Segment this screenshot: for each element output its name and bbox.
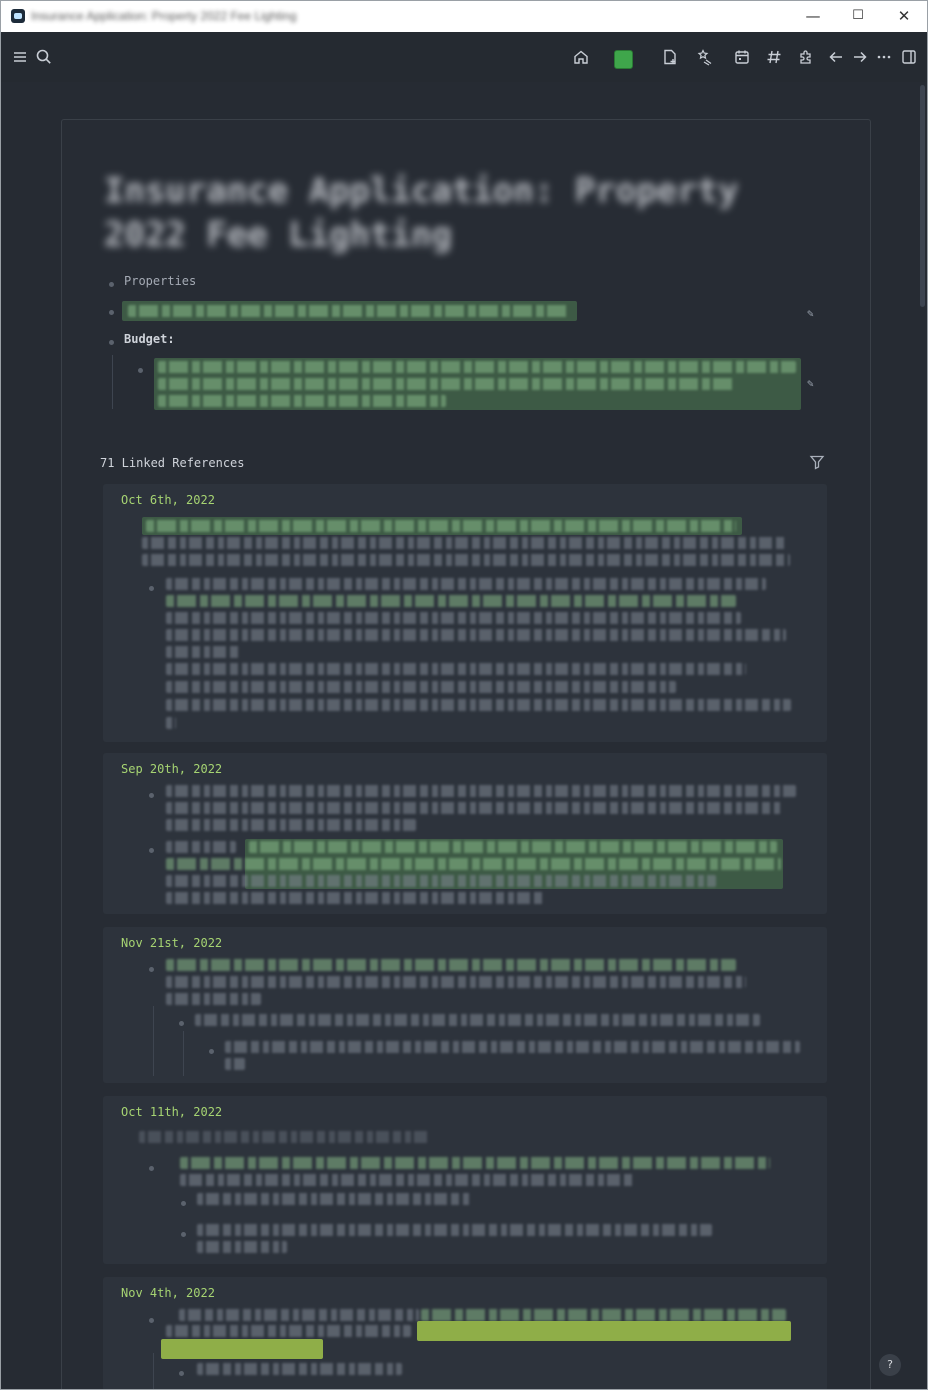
block-guide: [153, 1353, 154, 1389]
reference-card: [103, 753, 827, 914]
bullet-icon[interactable]: [138, 368, 143, 373]
reference-text[interactable]: [166, 785, 796, 797]
reference-card: [103, 927, 827, 1083]
reference-date[interactable]: Sep 20th, 2022: [121, 762, 222, 776]
reference-text[interactable]: [197, 1241, 287, 1253]
calendar-icon[interactable]: [731, 46, 753, 68]
app-window: Insurance Application: Property 2022 Fee…: [0, 0, 928, 1390]
bullet-icon[interactable]: [149, 967, 154, 972]
page-title[interactable]: Insurance Application: Property 2022 Fee…: [104, 169, 804, 257]
reference-text[interactable]: [166, 612, 741, 624]
reference-text[interactable]: [142, 537, 787, 549]
tag-icon[interactable]: [763, 46, 785, 68]
help-button[interactable]: ?: [879, 1354, 901, 1376]
bullet-icon[interactable]: [179, 1371, 184, 1376]
reference-text[interactable]: [166, 629, 786, 641]
scrollbar[interactable]: [920, 85, 925, 307]
reference-text[interactable]: [166, 993, 261, 1005]
sidebar-icon[interactable]: [898, 46, 920, 68]
block-guide: [153, 1006, 154, 1076]
bullet-icon[interactable]: [149, 586, 154, 591]
reference-date[interactable]: Nov 21st, 2022: [121, 936, 222, 950]
reference-text[interactable]: [197, 1224, 712, 1236]
reference-text[interactable]: [166, 681, 676, 693]
new-page-icon[interactable]: [659, 46, 681, 68]
properties-label: Properties: [124, 274, 197, 288]
bullet-icon[interactable]: [149, 848, 154, 853]
reference-text[interactable]: [225, 1058, 245, 1070]
reference-text[interactable]: [166, 819, 416, 831]
reference-text[interactable]: [166, 663, 746, 675]
reference-text[interactable]: [166, 717, 176, 729]
bullet-icon[interactable]: [209, 1049, 214, 1054]
reference-date[interactable]: Nov 4th, 2022: [121, 1286, 215, 1300]
app-logo-icon: [11, 9, 25, 23]
reference-text[interactable]: [166, 1325, 411, 1337]
home-icon[interactable]: [570, 46, 592, 68]
reference-text[interactable]: [179, 1309, 419, 1321]
menu-icon[interactable]: [9, 46, 31, 68]
reference-text[interactable]: [249, 841, 777, 853]
top-toolbar: [1, 32, 927, 82]
budget-value[interactable]: [154, 358, 801, 410]
title-bar: Insurance Application: Property 2022 Fee…: [1, 1, 927, 32]
highlighted-text[interactable]: [161, 1339, 323, 1359]
reference-text[interactable]: [139, 1131, 429, 1143]
block-guide: [112, 355, 113, 409]
reference-text[interactable]: [166, 802, 781, 814]
edit-icon[interactable]: ✎: [807, 378, 819, 390]
reference-text[interactable]: [197, 1193, 472, 1205]
bullet-icon[interactable]: [149, 1166, 154, 1171]
reference-text[interactable]: [166, 646, 241, 658]
minimize-button[interactable]: —: [803, 6, 823, 26]
bullet-icon[interactable]: [109, 310, 114, 315]
reference-text[interactable]: [166, 959, 736, 971]
bullet-icon[interactable]: [149, 1318, 154, 1323]
linked-references-header[interactable]: 71 Linked References: [100, 456, 245, 470]
reference-text[interactable]: [166, 976, 746, 988]
window-title: Insurance Application: Property 2022 Fee…: [31, 9, 297, 23]
reference-text[interactable]: [166, 699, 791, 711]
reference-text[interactable]: [166, 841, 236, 853]
reference-date[interactable]: Oct 6th, 2022: [121, 493, 215, 507]
property-value[interactable]: [122, 301, 577, 321]
highlighted-text[interactable]: [417, 1321, 791, 1341]
bullet-icon[interactable]: [181, 1201, 186, 1206]
reference-text[interactable]: [166, 892, 546, 904]
search-icon[interactable]: [33, 46, 55, 68]
bullet-icon[interactable]: [149, 793, 154, 798]
reference-text[interactable]: [421, 1309, 786, 1321]
forward-icon[interactable]: [849, 46, 871, 68]
graph-icon[interactable]: [614, 50, 633, 69]
edit-icon[interactable]: ✎: [807, 308, 819, 320]
reference-text[interactable]: [180, 1174, 635, 1186]
reference-block[interactable]: [142, 517, 742, 535]
reference-text[interactable]: [180, 1157, 770, 1169]
block-guide: [183, 1031, 184, 1076]
back-icon[interactable]: [825, 46, 847, 68]
reference-date[interactable]: Oct 11th, 2022: [121, 1105, 222, 1119]
plugin-icon[interactable]: [795, 46, 817, 68]
reference-text[interactable]: [195, 1014, 760, 1026]
budget-label: Budget:: [124, 332, 175, 346]
bullet-icon[interactable]: [181, 1232, 186, 1237]
reference-text[interactable]: [166, 578, 766, 590]
bullet-icon[interactable]: [109, 282, 114, 287]
reference-text[interactable]: [166, 858, 781, 870]
filter-icon[interactable]: [809, 454, 825, 470]
reference-text[interactable]: [197, 1363, 402, 1375]
reference-text[interactable]: [142, 554, 790, 566]
reference-text[interactable]: [166, 875, 716, 887]
more-icon[interactable]: [873, 46, 895, 68]
bullet-icon[interactable]: [109, 340, 114, 345]
bullet-icon[interactable]: [179, 1021, 184, 1026]
maximize-button[interactable]: ☐: [848, 6, 868, 26]
favorites-icon[interactable]: [695, 46, 717, 68]
close-button[interactable]: ✕: [894, 6, 914, 26]
reference-text[interactable]: [166, 595, 736, 607]
reference-text[interactable]: [225, 1041, 800, 1053]
